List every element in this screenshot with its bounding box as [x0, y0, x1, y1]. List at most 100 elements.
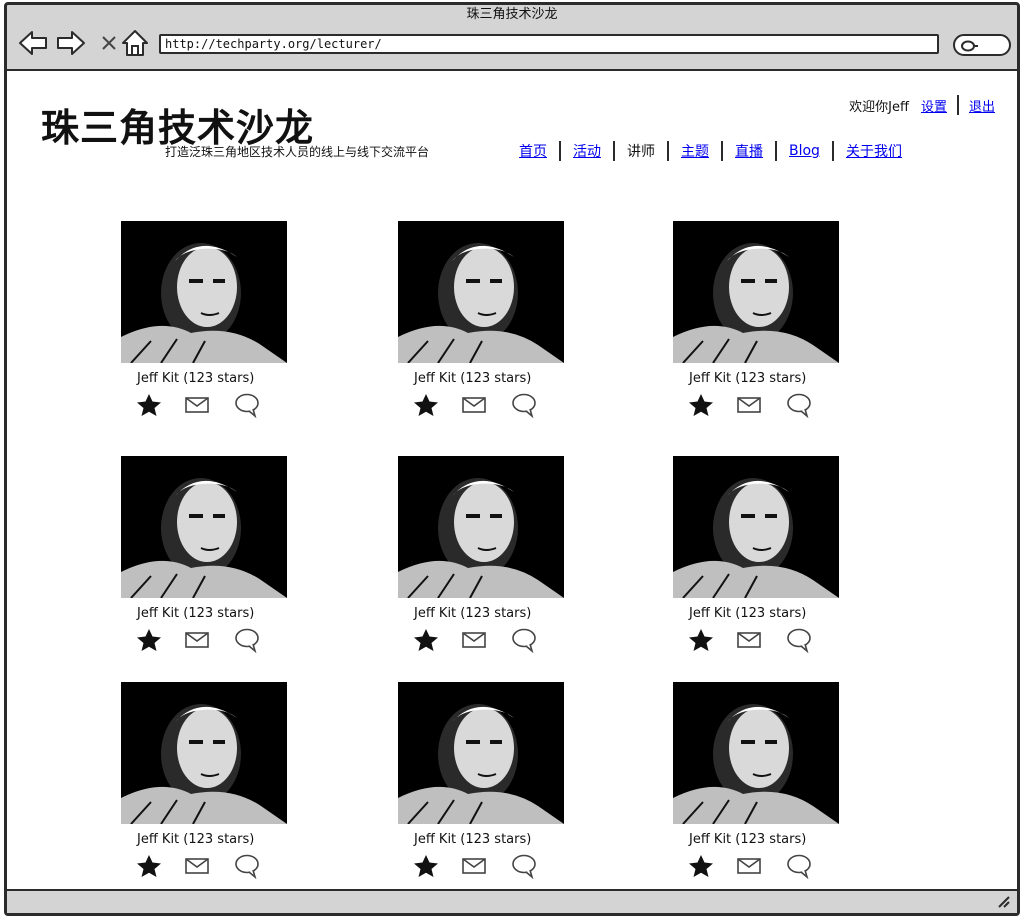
nav-events[interactable]: 活动: [571, 141, 603, 161]
window-title: 珠三角技术沙龙: [466, 7, 558, 22]
lecturer-photo-image: [398, 456, 564, 598]
speech-bubble-icon[interactable]: [785, 853, 813, 880]
star-icon[interactable]: [412, 853, 440, 879]
star-icon[interactable]: [135, 392, 163, 418]
divider: [956, 95, 959, 115]
user-bar: 欢迎你Jeff 设置 退出: [849, 95, 995, 115]
back-arrow-icon[interactable]: [17, 27, 49, 59]
lecturer-photo-image: [121, 221, 287, 363]
lecturer-name[interactable]: Jeff Kit (123 stars): [121, 371, 291, 386]
divider: [667, 141, 669, 161]
speech-bubble-icon[interactable]: [510, 392, 538, 419]
lecturer-card[interactable]: Jeff Kit (123 stars): [673, 456, 843, 657]
divider: [775, 141, 777, 161]
lecturer-card[interactable]: Jeff Kit (123 stars): [398, 682, 568, 883]
lecturer-photo[interactable]: [673, 456, 839, 598]
star-icon[interactable]: [412, 627, 440, 653]
star-icon[interactable]: [687, 392, 715, 418]
lecturer-photo[interactable]: [673, 682, 839, 824]
browser-toolbar: http://techparty.org/lecturer/: [7, 25, 1017, 69]
main-nav: 首页 活动 讲师 主题 直播 Blog 关于我们: [517, 141, 904, 161]
lecturer-photo-image: [121, 456, 287, 598]
lecturer-photo-image: [673, 221, 839, 363]
lecturer-card[interactable]: Jeff Kit (123 stars): [398, 456, 568, 657]
mail-icon[interactable]: [183, 627, 211, 653]
star-icon[interactable]: [412, 392, 440, 418]
lecturer-photo-image: [121, 682, 287, 824]
lecturer-actions: [121, 392, 291, 422]
lecturer-photo-image: [673, 682, 839, 824]
nav-about[interactable]: 关于我们: [844, 141, 904, 161]
lecturer-name[interactable]: Jeff Kit (123 stars): [398, 832, 568, 847]
speech-bubble-icon[interactable]: [233, 392, 261, 419]
speech-bubble-icon[interactable]: [785, 627, 813, 654]
lecturer-photo[interactable]: [398, 456, 564, 598]
lecturer-card[interactable]: Jeff Kit (123 stars): [673, 221, 843, 422]
mail-icon[interactable]: [183, 853, 211, 879]
logout-link[interactable]: 退出: [969, 96, 995, 115]
lecturer-name[interactable]: Jeff Kit (123 stars): [673, 371, 843, 386]
lecturer-actions: [121, 627, 291, 657]
lecturer-photo[interactable]: [121, 682, 287, 824]
lecturer-actions: [398, 853, 568, 883]
site-tagline: 打造泛珠三角地区技术人员的线上与线下交流平台: [165, 145, 430, 159]
speech-bubble-icon[interactable]: [510, 627, 538, 654]
speech-bubble-icon[interactable]: [785, 392, 813, 419]
welcome-text: 欢迎你Jeff: [849, 99, 909, 115]
lecturer-photo-image: [398, 221, 564, 363]
browser-window: 珠三角技术沙龙 http://techparty.org/lecturer/ 珠…: [4, 2, 1020, 916]
nav-live[interactable]: 直播: [733, 141, 765, 161]
lecturer-card[interactable]: Jeff Kit (123 stars): [673, 682, 843, 883]
speech-bubble-icon[interactable]: [233, 853, 261, 880]
mail-icon[interactable]: [735, 392, 763, 418]
lecturer-name[interactable]: Jeff Kit (123 stars): [398, 606, 568, 621]
lecturer-photo[interactable]: [398, 682, 564, 824]
search-field[interactable]: [953, 34, 1011, 56]
mail-icon[interactable]: [735, 853, 763, 879]
lecturer-photo[interactable]: [398, 221, 564, 363]
speech-bubble-icon[interactable]: [233, 627, 261, 654]
resize-grip-icon[interactable]: [995, 893, 1013, 909]
lecturer-actions: [398, 392, 568, 422]
divider: [613, 141, 615, 161]
mail-icon[interactable]: [183, 392, 211, 418]
lecturer-photo-image: [398, 682, 564, 824]
lecturer-photo[interactable]: [673, 221, 839, 363]
lecturer-photo[interactable]: [121, 221, 287, 363]
settings-link[interactable]: 设置: [921, 96, 947, 115]
star-icon[interactable]: [135, 627, 163, 653]
status-bar: [7, 891, 1017, 913]
lecturer-name[interactable]: Jeff Kit (123 stars): [121, 832, 291, 847]
lecturer-card[interactable]: Jeff Kit (123 stars): [121, 682, 291, 883]
star-icon[interactable]: [687, 627, 715, 653]
mail-icon[interactable]: [460, 853, 488, 879]
lecturer-card[interactable]: Jeff Kit (123 stars): [121, 221, 291, 422]
page-content: 珠三角技术沙龙 打造泛珠三角地区技术人员的线上与线下交流平台 欢迎你Jeff 设…: [7, 69, 1017, 891]
lecturer-name[interactable]: Jeff Kit (123 stars): [398, 371, 568, 386]
star-icon[interactable]: [687, 853, 715, 879]
lecturer-actions: [673, 853, 843, 883]
lecturer-actions: [673, 627, 843, 657]
home-icon[interactable]: [119, 27, 151, 59]
lecturer-actions: [673, 392, 843, 422]
lecturer-photo-image: [673, 456, 839, 598]
divider: [831, 141, 834, 161]
mail-icon[interactable]: [735, 627, 763, 653]
lecturer-name[interactable]: Jeff Kit (123 stars): [673, 606, 843, 621]
star-icon[interactable]: [135, 853, 163, 879]
lecturer-name[interactable]: Jeff Kit (123 stars): [673, 832, 843, 847]
speech-bubble-icon[interactable]: [510, 853, 538, 880]
mail-icon[interactable]: [460, 627, 488, 653]
lecturer-name[interactable]: Jeff Kit (123 stars): [121, 606, 291, 621]
nav-home[interactable]: 首页: [517, 141, 549, 161]
nav-topics[interactable]: 主题: [679, 141, 711, 161]
lecturer-actions: [121, 853, 291, 883]
lecturer-card[interactable]: Jeff Kit (123 stars): [121, 456, 291, 657]
lecturer-card[interactable]: Jeff Kit (123 stars): [398, 221, 568, 422]
mail-icon[interactable]: [460, 392, 488, 418]
forward-arrow-icon[interactable]: [55, 27, 87, 59]
nav-blog[interactable]: Blog: [787, 143, 822, 159]
lecturer-photo[interactable]: [121, 456, 287, 598]
url-bar[interactable]: http://techparty.org/lecturer/: [159, 34, 939, 54]
nav-lecturers[interactable]: 讲师: [625, 141, 657, 161]
